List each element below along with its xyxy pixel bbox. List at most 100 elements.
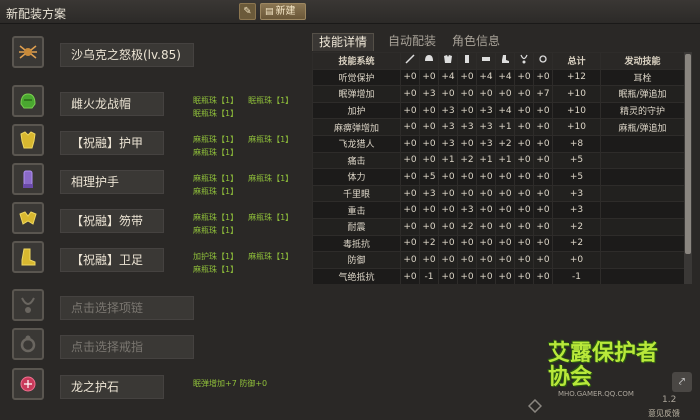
table-row: 飞龙猎人 +0 +0 +3 +0 +3 +2 +0 +0 +8: [312, 134, 684, 153]
skill-value-cell: +0: [419, 68, 439, 87]
logo-title: 艾露保护者协会: [548, 341, 659, 390]
feedback-link[interactable]: 意见反馈: [648, 408, 680, 419]
skill-value-cell: +3: [476, 118, 496, 136]
table-row: 眠弹增加 +0 +3 +0 +0 +0 +0 +0 +7 +10 眠瓶/弹追加: [312, 85, 684, 103]
table-row: 加护 +0 +0 +3 +0 +3 +4 +0 +0 +10 精灵的守护: [312, 101, 684, 120]
equip-name-gauntlet[interactable]: 相理护手: [60, 170, 164, 194]
skill-value-cell: +0: [419, 118, 439, 136]
gauntlet-slot[interactable]: [12, 163, 44, 195]
table-scrollbar[interactable]: [684, 52, 692, 284]
belt-icon: [476, 52, 496, 70]
skill-value-cell: +0: [438, 267, 458, 284]
skill-value-cell: +1: [438, 151, 458, 170]
equip-row-ring[interactable]: 点击选择戒指: [6, 325, 306, 361]
ring-slot[interactable]: [12, 328, 44, 360]
skill-total-cell: +10: [552, 85, 601, 103]
equip-name-weapon[interactable]: 沙乌克之怒极(lv.85): [60, 43, 194, 67]
activated-skill-cell: [600, 234, 684, 253]
equip-name-boots[interactable]: 【祝融】卫足: [60, 248, 164, 272]
skill-value-cell: +0: [438, 217, 458, 236]
skill-total-cell: +2: [552, 217, 601, 236]
skill-total-cell: +12: [552, 68, 601, 87]
equip-name-talisman[interactable]: 龙之护石: [60, 375, 164, 399]
skills-table-body: 听觉保护 +0 +0 +4 +0 +4 +4 +0 +0 +12 耳栓 眠弹增加 +0 +3 +0 +0 +0 +…: [312, 68, 684, 284]
slot-jewel: 麻瓶珠【1】: [248, 174, 294, 183]
skill-value-cell: +0: [533, 267, 553, 284]
equip-row-belt[interactable]: 【祝融】笏带 麻瓶珠【1】 麻瓶珠【1】 麻瓶珠【1】: [6, 199, 306, 235]
skill-value-cell: +0: [533, 101, 553, 120]
skill-name-cell: 加护: [312, 101, 401, 120]
skill-value-cell: +0: [438, 168, 458, 186]
equip-row-weapon[interactable]: 沙乌克之怒极(lv.85): [6, 33, 306, 69]
ring-icon: [20, 335, 36, 353]
equip-row-necklace[interactable]: 点击选择项链: [6, 286, 306, 322]
equip-row-boots[interactable]: 【祝融】卫足 加护珠【1】 麻瓶珠【1】 麻瓶珠【1】: [6, 238, 306, 274]
version-number: 1.2: [662, 395, 677, 405]
boots-slot[interactable]: [12, 241, 44, 273]
skill-value-cell: +3: [438, 134, 458, 153]
association-logo: 艾露保护者协会 MHO.GAMER.QQ.COM: [548, 332, 660, 402]
skill-name-cell: 耐震: [312, 217, 401, 236]
slot-jewel: 眠瓶珠【1】: [193, 109, 239, 118]
helmet-slot[interactable]: [12, 85, 44, 117]
weapon-slot[interactable]: [12, 36, 44, 68]
equip-row-armor[interactable]: 【祝融】护甲 麻瓶珠【1】 麻瓶珠【1】 麻瓶珠【1】: [6, 121, 306, 157]
slot-jewel: 麻瓶珠【1】: [193, 148, 239, 157]
skill-value-cell: +0: [476, 168, 496, 186]
pencil-icon: ✎: [243, 6, 252, 17]
share-icon: ⤤: [678, 375, 686, 388]
belt-icon: [19, 211, 37, 225]
skill-value-cell: +7: [533, 85, 553, 103]
scrollbar-thumb[interactable]: [685, 54, 691, 254]
talisman-slot[interactable]: [12, 368, 44, 400]
share-button[interactable]: ⤤: [672, 372, 692, 392]
necklace-slot[interactable]: [12, 289, 44, 321]
helmet-icon: [419, 52, 439, 70]
talisman-skills: 眠弹增加+7 防御+0: [193, 377, 277, 390]
equip-name-armor[interactable]: 【祝融】护甲: [60, 131, 164, 155]
activated-skill-cell: 精灵的守护: [600, 101, 684, 120]
slot-jewel: 眠瓶珠【1】: [193, 96, 239, 105]
gauntlet-slots: 麻瓶珠【1】 麻瓶珠【1】 麻瓶珠【1】: [193, 172, 303, 198]
tab-skill-details[interactable]: 技能详情: [312, 33, 375, 51]
skill-name-cell: 气绝抵抗: [312, 267, 401, 284]
armor-slots: 麻瓶珠【1】 麻瓶珠【1】 麻瓶珠【1】: [193, 133, 303, 159]
table-row: 重击 +0 +0 +0 +3 +0 +0 +0 +0 +3: [312, 201, 684, 219]
skill-value-cell: +0: [438, 184, 458, 203]
equip-row-gauntlet[interactable]: 相理护手 麻瓶珠【1】 麻瓶珠【1】 麻瓶珠【1】: [6, 160, 306, 196]
skill-value-cell: +0: [400, 251, 420, 269]
skill-total-cell: -1: [552, 267, 601, 284]
select-ring-button[interactable]: 点击选择戒指: [60, 335, 194, 359]
table-row: 耐震 +0 +0 +0 +2 +0 +0 +0 +0 +2: [312, 217, 684, 236]
necklace-icon: [514, 52, 534, 70]
activated-skill-cell: 耳栓: [600, 68, 684, 87]
tab-auto-equip[interactable]: 自动配装: [382, 33, 442, 51]
armor-slot[interactable]: [12, 124, 44, 156]
equip-name-helmet[interactable]: 雌火龙战帽: [60, 92, 164, 116]
new-button-label: 新建: [275, 6, 296, 17]
talisman-icon: [20, 376, 36, 392]
select-necklace-button[interactable]: 点击选择项链: [60, 296, 194, 320]
equip-row-helmet[interactable]: 雌火龙战帽 眠瓶珠【1】 眠瓶珠【1】 眠瓶珠【1】: [6, 82, 306, 118]
skill-value-cell: +0: [514, 184, 534, 203]
skill-value-cell: +0: [419, 134, 439, 153]
equip-row-talisman[interactable]: 龙之护石 眠弹增加+7 防御+0: [6, 365, 306, 401]
skill-value-cell: +0: [457, 68, 477, 87]
skill-total-cell: +10: [552, 118, 601, 136]
skill-total-cell: +5: [552, 168, 601, 186]
equip-name-belt[interactable]: 【祝融】笏带: [60, 209, 164, 233]
skill-value-cell: +3: [476, 101, 496, 120]
edit-button[interactable]: ✎: [239, 3, 256, 20]
ring-icon: [533, 52, 553, 70]
skill-value-cell: +0: [400, 267, 420, 284]
skill-value-cell: +0: [438, 201, 458, 219]
top-bar: 新配装方案 ✎ ▤ 新建: [0, 0, 700, 24]
tab-character-info[interactable]: 角色信息: [446, 33, 506, 51]
belt-slot[interactable]: [12, 202, 44, 234]
new-button[interactable]: ▤ 新建: [260, 3, 306, 20]
skill-value-cell: -1: [419, 267, 439, 284]
skill-total-cell: +8: [552, 134, 601, 153]
skill-name-cell: 飞龙猎人: [312, 134, 401, 153]
skills-table-container[interactable]: 技能系统 总计 发动技能 听觉保护 +0 +0 +4 +0 +4 +4 +0 +0 +12 耳栓 眠弹…: [312, 52, 684, 284]
skill-value-cell: +0: [476, 201, 496, 219]
